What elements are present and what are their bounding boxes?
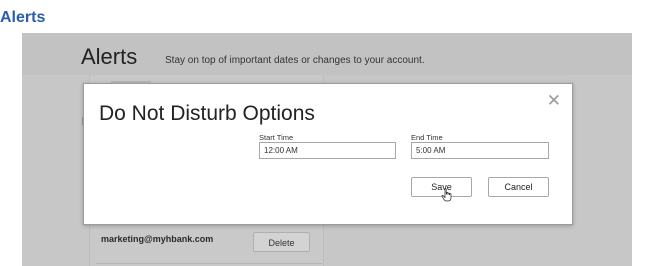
end-time-label: End Time [411, 133, 443, 142]
contact-email: marketing@myhbank.com [101, 234, 214, 244]
modal-title: Do Not Disturb Options [99, 102, 315, 125]
cancel-button[interactable]: Cancel [488, 177, 549, 197]
list-divider [96, 263, 322, 264]
start-time-input[interactable] [259, 142, 396, 159]
close-icon[interactable]: ✕ [547, 92, 561, 109]
header-subtitle: Stay on top of important dates or change… [165, 55, 425, 66]
header-title: Alerts [81, 44, 138, 69]
end-time-input[interactable] [411, 142, 549, 159]
do-not-disturb-modal: Do Not Disturb Options ✕ Start Time End … [83, 83, 573, 225]
alerts-header: Alerts Stay on top of important dates or… [22, 33, 632, 75]
start-time-label: Start Time [259, 133, 294, 142]
delete-email-button[interactable]: Delete [253, 232, 310, 252]
hand-pointer-icon [441, 188, 452, 202]
page-heading: Alerts [0, 9, 46, 26]
